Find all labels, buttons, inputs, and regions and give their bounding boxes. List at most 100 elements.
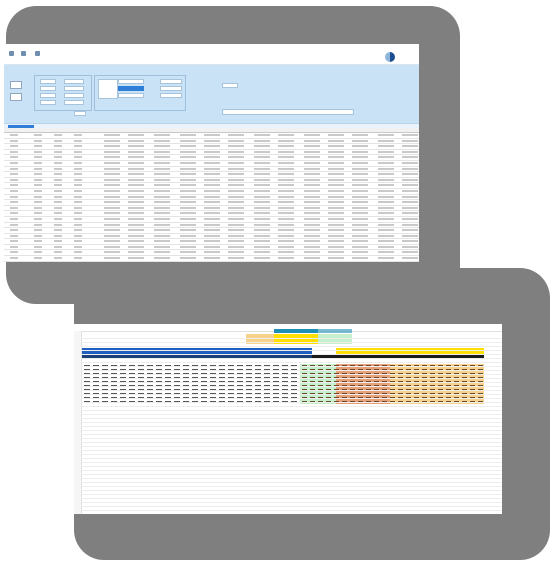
column-letter[interactable] <box>481 324 492 331</box>
grid-cell-text <box>352 173 368 176</box>
column-letter[interactable] <box>74 324 85 331</box>
column-letter[interactable] <box>352 324 363 331</box>
param-field[interactable] <box>74 111 86 116</box>
param-field[interactable] <box>160 79 182 84</box>
grid-cell-text <box>128 156 144 159</box>
grid-cell-text <box>254 161 270 164</box>
param-field[interactable] <box>222 83 238 88</box>
grid-cell-text <box>228 150 244 153</box>
column-letter[interactable] <box>459 324 470 331</box>
column-letter[interactable] <box>427 324 438 331</box>
grid-cell-text <box>254 184 270 187</box>
column-letter[interactable] <box>202 324 213 331</box>
grid-cell-text <box>54 223 62 226</box>
ribbon-settings-button[interactable] <box>34 51 41 60</box>
column-letter[interactable] <box>374 324 385 331</box>
column-letter[interactable] <box>192 324 203 331</box>
sheet-gridline <box>81 442 502 443</box>
param-field[interactable] <box>40 86 56 91</box>
grid-cell-text <box>128 245 144 248</box>
grid-cell-text <box>402 245 418 248</box>
grid-cell-text <box>10 189 18 192</box>
sheet-gridline <box>81 434 502 435</box>
param-field[interactable] <box>40 79 56 84</box>
grid-cell-text <box>254 134 270 136</box>
grid-cell-text <box>104 145 120 148</box>
param-field[interactable] <box>64 86 84 91</box>
grid-cell-text <box>154 184 170 187</box>
grid-cell-text <box>180 257 196 260</box>
ribbon-export-button[interactable] <box>20 51 27 60</box>
grid-cell-text <box>228 201 244 204</box>
grid-cell-text <box>328 245 344 248</box>
column-letter[interactable] <box>149 324 160 331</box>
param-field[interactable] <box>40 100 56 105</box>
column-letter[interactable] <box>213 324 224 331</box>
grid-cell-text <box>278 178 294 181</box>
column-letter[interactable] <box>95 324 106 331</box>
param-dropdown[interactable] <box>118 79 144 84</box>
column-letter[interactable] <box>106 324 117 331</box>
grid-cell-text <box>204 195 220 198</box>
grid-cell-text <box>328 178 344 181</box>
grid-cell-text <box>254 206 270 209</box>
grid-cell-text <box>352 240 368 243</box>
sheet-gridline <box>81 386 502 387</box>
ribbon-save-button[interactable] <box>8 51 15 60</box>
grid-cell-text <box>228 257 244 260</box>
grid-cell-text <box>204 251 220 254</box>
column-letter[interactable] <box>406 324 417 331</box>
column-letter[interactable] <box>160 324 171 331</box>
grid-cell-text <box>328 184 344 187</box>
param-list[interactable] <box>98 79 118 99</box>
grid-cell-text <box>402 206 418 209</box>
grid-cell-text <box>54 245 62 248</box>
column-letter[interactable] <box>235 324 246 331</box>
column-letter[interactable] <box>224 324 235 331</box>
param-field[interactable] <box>160 93 182 98</box>
column-letter[interactable] <box>85 324 96 331</box>
column-letter[interactable] <box>117 324 128 331</box>
param-field[interactable] <box>64 100 84 105</box>
grid-cell-text <box>402 189 418 192</box>
grid-cell-text <box>128 240 144 243</box>
grid-cell-text <box>104 234 120 237</box>
grid-cell-text <box>74 161 82 164</box>
param-field[interactable] <box>160 86 182 91</box>
column-letter[interactable] <box>138 324 149 331</box>
sheet-gridline <box>81 338 502 339</box>
grid-cell-text <box>104 150 120 153</box>
column-letter[interactable] <box>491 324 502 331</box>
grid-cell-text <box>10 145 18 148</box>
grid-cell-text <box>278 245 294 248</box>
column-letter[interactable] <box>256 324 267 331</box>
column-letter[interactable] <box>181 324 192 331</box>
column-letter[interactable] <box>363 324 374 331</box>
grid-cell-text <box>278 156 294 159</box>
column-letter[interactable] <box>438 324 449 331</box>
param-field[interactable] <box>64 79 84 84</box>
param-dropdown-selected[interactable] <box>118 86 144 91</box>
grid-cell-text <box>352 139 368 142</box>
column-letter[interactable] <box>449 324 460 331</box>
grid-cell-text <box>180 217 196 220</box>
grid-cell-text <box>278 212 294 215</box>
column-letter[interactable] <box>128 324 139 331</box>
search-input[interactable] <box>222 109 354 115</box>
grid-cell-text <box>378 139 394 142</box>
param-field[interactable] <box>40 93 56 98</box>
column-letter[interactable] <box>470 324 481 331</box>
param-field[interactable] <box>64 93 84 98</box>
column-letter[interactable] <box>395 324 406 331</box>
sheet-gridline <box>81 494 502 495</box>
sheet-gridline <box>81 474 502 475</box>
column-letter[interactable] <box>245 324 256 331</box>
column-letter[interactable] <box>384 324 395 331</box>
sheet-gridline <box>81 382 502 383</box>
grid-cell-text <box>180 145 196 148</box>
grid-cell-text <box>352 145 368 148</box>
param-dropdown[interactable] <box>118 93 144 98</box>
grid-cell-text <box>74 217 82 220</box>
column-letter[interactable] <box>170 324 181 331</box>
column-letter[interactable] <box>417 324 428 331</box>
